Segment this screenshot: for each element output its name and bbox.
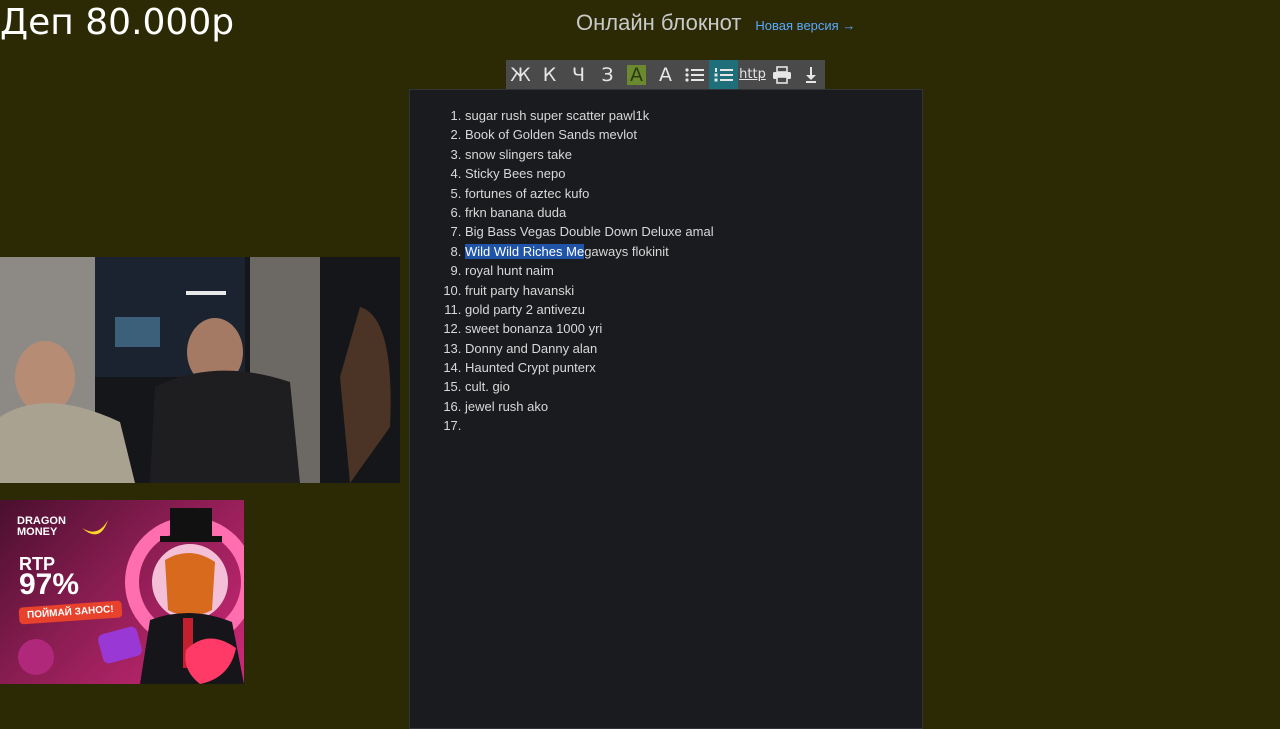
list-item: Book of Golden Sands mevlot (465, 125, 922, 144)
italic-icon: К (542, 63, 557, 86)
link-icon: http (739, 67, 766, 82)
ad-brand-text: DRAGON MONEY (17, 515, 66, 538)
notepad-editor[interactable]: sugar rush super scatter pawl1k Book of … (409, 89, 923, 729)
italic-button[interactable]: К (535, 60, 564, 89)
highlight-button[interactable]: A (622, 60, 651, 89)
list-item: snow slingers take (465, 145, 922, 164)
download-button[interactable] (796, 60, 825, 89)
link-button[interactable]: http (738, 60, 767, 89)
underline-icon: Ч (571, 63, 586, 86)
list-item: Donny and Danny alan (465, 339, 922, 358)
webcam-overlay (0, 257, 400, 483)
list-item: frkn banana duda (465, 203, 922, 222)
list-item: royal hunt naim (465, 261, 922, 280)
text-color-icon: A (659, 63, 672, 86)
strikethrough-icon: З (601, 63, 614, 86)
selected-text: Wild Wild Riches Me (465, 243, 585, 259)
numbered-list-icon (714, 67, 733, 81)
formatting-toolbar: Ж К Ч З A A http (506, 60, 825, 89)
list-item: sweet bonanza 1000 yri (465, 319, 922, 338)
list-item-selected: Wild Wild Riches Megaways flokinit (465, 242, 922, 261)
deposit-overlay-text: Деп 80.000р (0, 2, 235, 43)
list-item: fruit party havanski (465, 281, 922, 300)
list-item: fortunes of aztec kufo (465, 184, 922, 203)
list-item: jewel rush ako (465, 397, 922, 416)
bold-icon: Ж (510, 63, 531, 86)
unselected-text: gaways flokinit (584, 243, 669, 259)
list-item-empty (465, 416, 922, 435)
highlight-icon: A (627, 64, 646, 85)
bulleted-list-button[interactable] (680, 60, 709, 89)
download-icon (805, 66, 816, 83)
numbered-list: sugar rush super scatter pawl1k Book of … (410, 90, 922, 436)
list-item: sugar rush super scatter pawl1k (465, 106, 922, 125)
list-item: Big Bass Vegas Double Down Deluxe amal (465, 222, 922, 241)
list-item: Sticky Bees nepo (465, 164, 922, 183)
dragon-money-ad-banner[interactable]: DRAGON MONEY RTP 97% ПОЙМАЙ ЗАНОС! (0, 500, 244, 684)
new-version-link[interactable]: Новая версия → (755, 18, 855, 33)
underline-button[interactable]: Ч (564, 60, 593, 89)
page-title: Онлайн блокнот (576, 10, 742, 35)
numbered-list-button[interactable] (709, 60, 738, 89)
page-header: Онлайн блокнот Новая версия → (576, 10, 855, 36)
text-color-button[interactable]: A (651, 60, 680, 89)
list-item: gold party 2 antivezu (465, 300, 922, 319)
list-item: Haunted Crypt punterx (465, 358, 922, 377)
webcam-image (0, 257, 400, 483)
print-icon (772, 65, 791, 84)
ad-rtp-value: 97% (19, 568, 80, 601)
strikethrough-button[interactable]: З (593, 60, 622, 89)
bold-button[interactable]: Ж (506, 60, 535, 89)
print-button[interactable] (767, 60, 796, 89)
bulleted-list-icon (684, 67, 704, 82)
list-item: cult. gio (465, 377, 922, 396)
